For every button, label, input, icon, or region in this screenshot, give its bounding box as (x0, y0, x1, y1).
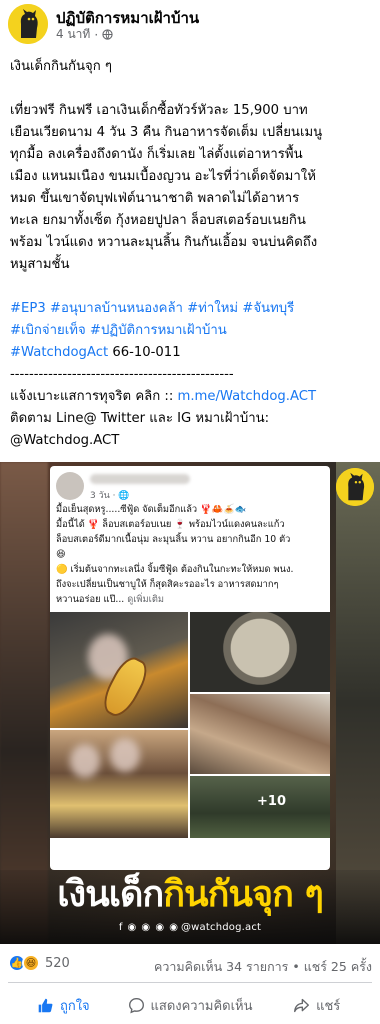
social-footer: f ◉ ◉ ◉ ◉ @watchdog.act (0, 922, 380, 933)
hashtags-line: #WatchdogAct 66-10-011 (10, 342, 372, 364)
image-headline: เงินเด็กกินกันจุก ๆ (0, 872, 380, 918)
body-line: พร้อม ไวน์แดง หวานละมุนลิ้น กินกันเอิ้อม… (10, 235, 318, 250)
globe-icon (102, 29, 113, 40)
post-header: ปฏิบัติการหมาเฝ้าบ้าน 4 นาที · (0, 0, 380, 46)
report-line: แจ้งเบาะแสการทุจริต คลิก :: m.me/Watchdo… (10, 386, 372, 408)
case-code: 66-10-011 (108, 345, 181, 360)
blurred-avatar (56, 472, 84, 500)
photo-woman-lobster (50, 612, 188, 728)
comments-shares-count[interactable]: ความคิดเห็น 34 รายการ • แชร์ 25 ครั้ง (154, 957, 372, 977)
share-icon (294, 998, 310, 1012)
hashtag-watchdogact[interactable]: #WatchdogAct (10, 345, 108, 360)
body-line: เยือนเวียดนาม 4 วัน 3 คืน กินอาหารจัดเต็… (10, 125, 323, 140)
card-text-line: ล็อบสเตอร์ดีมากเนื้อนุ่ม ละมุนลิ้น หวาน … (56, 534, 291, 545)
reaction-stats: 👍 😆 520 ความคิดเห็น 34 รายการ • แชร์ 25 … (0, 948, 380, 980)
follow-handle: @Watchdog.ACT (10, 433, 120, 448)
comment-icon (128, 997, 144, 1013)
haha-icon: 😆 (22, 954, 40, 972)
screenshot-card: 3 วัน · 🌐 มื้อเย็นสุดหรู.....ซีฟู้ด จัดเ… (50, 466, 330, 870)
card-text-line: 🟡 เริ่มต้นจากทะเลนึ่ง จิ้มซีฟู้ด ต้องกิน… (56, 564, 294, 575)
post-meta: 4 นาที · (56, 25, 113, 44)
action-bar: ถูกใจ แสดงความคิดเห็น แชร์ (0, 986, 380, 1024)
see-more-link: ดูเพิ่มเติม (127, 594, 165, 605)
body-line: ทะเล ยกมาทั้งเซ็ต กุ้งหอยปูปลา ล็อบสเตอร… (10, 213, 306, 228)
body-line: เที่ยวฟรี กินฟรี เอาเงินเด็กซื้อทัวร์หัว… (10, 103, 308, 118)
social-icons: f ◉ ◉ ◉ ◉ (118, 922, 179, 933)
body-line: หมูสามชั้น (10, 257, 70, 272)
card-text-line: หวานอร่อย แป๊... ดูเพิ่มเติม (56, 592, 326, 607)
blurred-face (110, 738, 140, 772)
hashtags-line[interactable]: #EP3 #อนุบาลบ้านหนองคล้า #ท่าใหม่ #จันทบ… (10, 298, 372, 320)
report-link[interactable]: m.me/Watchdog.ACT (177, 389, 316, 404)
hashtags-line[interactable]: #เบิกจ่ายเท็จ #ปฏิบัติการหมาเฝ้าบ้าน (10, 320, 372, 342)
follow-line: ติดตาม Line@ Twitter และ IG หมาเฝ้าบ้าน: (10, 411, 270, 426)
body-line: ทุกมื้อ ลงเครื่องถึงดานัง ก็เริ่มเลย ไล่… (10, 147, 303, 162)
page-avatar[interactable] (8, 4, 48, 44)
card-text-last: หวานอร่อย แป๊... (56, 594, 128, 605)
report-prefix: แจ้งเบาะแสการทุจริต คลิก :: (10, 389, 178, 404)
card-text-line: 😆 (56, 549, 66, 560)
social-handle: @watchdog.act (180, 922, 262, 933)
comment-button[interactable]: แสดงความคิดเห็น (127, 986, 254, 1024)
like-label: ถูกใจ (59, 998, 90, 1014)
like-button[interactable]: ถูกใจ (0, 986, 127, 1024)
card-text-line: มื้อเย็นสุดหรู.....ซีฟู้ด จัดเต็มอีกแล้ว… (56, 504, 247, 515)
comment-label: แสดงความคิดเห็น (150, 998, 253, 1014)
body-line: เมือง แหนมเนือง ขนมเบื้องญวน อะไรที่ว่าเ… (10, 169, 316, 184)
dog-logo-icon (336, 468, 374, 506)
photo-seafood-platter (190, 694, 330, 774)
thumbs-up-icon (38, 998, 53, 1012)
dog-logo-icon (8, 4, 48, 44)
body-line: หมด ขึ้นเขาจัดบุฟเฟ่ต์นานาชาติ พลาดไม่ได… (10, 191, 300, 206)
photo-group-dinner (50, 730, 188, 838)
photo-hotpot (190, 612, 330, 692)
card-text-line: ถึงจะเปลี่ยนเป็นชาบูให้ ก็สุดสิคะรออะไร … (56, 579, 279, 590)
blurred-face (70, 744, 100, 778)
post-title-line: เงินเด็กกินกันจุก ๆ (10, 59, 113, 74)
post-image[interactable]: 3 วัน · 🌐 มื้อเย็นสุดหรู.....ซีฟู้ด จัดเ… (0, 462, 380, 944)
reactions-summary[interactable]: 👍 😆 520 (8, 954, 70, 972)
card-text-line: มื้อนี้ได้ 🦞 ล็อบสเตอร์อบเนย 🍷 พร้อมไวน์… (56, 519, 285, 530)
card-time: 3 วัน · 🌐 (90, 491, 130, 501)
card-text: มื้อเย็นสุดหรู.....ซีฟู้ด จัดเต็มอีกแล้ว… (56, 502, 326, 607)
headline-yellow: กินกันจุก ๆ (163, 874, 324, 915)
post-body: เงินเด็กกินกันจุก ๆ เที่ยวฟรี กินฟรี เอา… (10, 56, 372, 452)
more-photos-count: +10 (257, 794, 286, 809)
share-label: แชร์ (316, 998, 341, 1014)
blurred-name (90, 474, 190, 484)
photo-vegetables: +10 (190, 776, 330, 838)
separator-line: ----------------------------------------… (10, 367, 234, 382)
divider (8, 982, 372, 983)
headline-white: เงินเด็ก (57, 874, 164, 915)
post-time[interactable]: 4 นาที (56, 25, 90, 44)
reaction-count: 520 (45, 955, 70, 971)
watermark-logo (336, 468, 374, 506)
share-button[interactable]: แชร์ (253, 986, 380, 1024)
